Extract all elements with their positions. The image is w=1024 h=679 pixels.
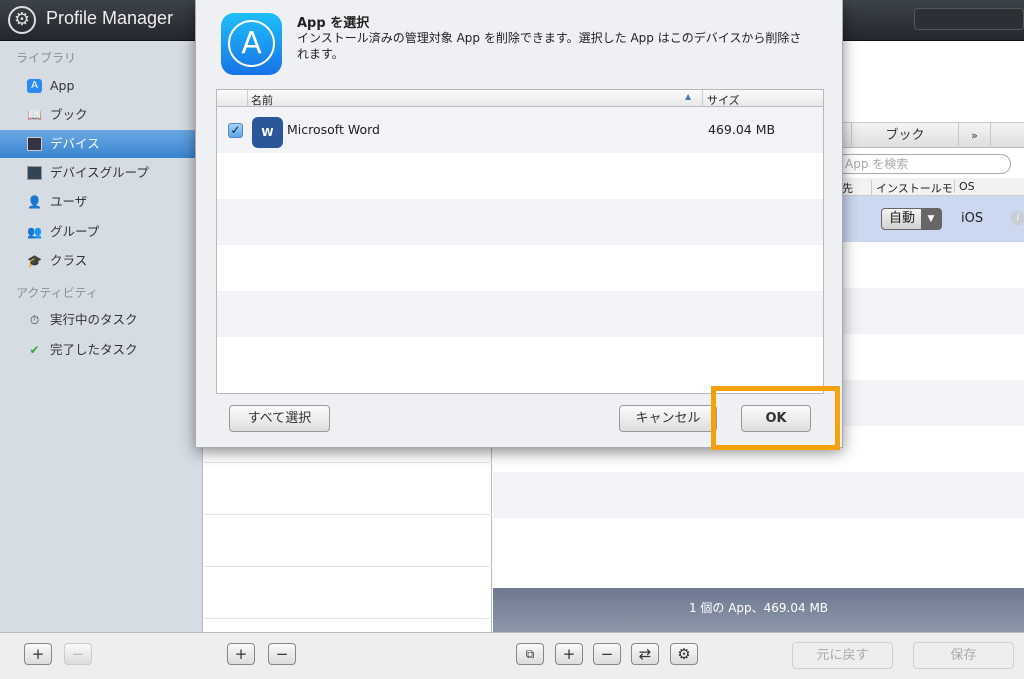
timer-icon: ⏱ <box>29 313 40 327</box>
column-os[interactable]: OS <box>954 180 975 193</box>
app-store-icon: A <box>27 79 42 93</box>
monitor-icon <box>27 137 42 151</box>
info-icon[interactable]: i <box>1011 211 1024 225</box>
table-row[interactable]: Microsoft Word 469.04 MB <box>217 107 823 153</box>
table-row <box>493 472 1024 518</box>
list-remove-button[interactable]: − <box>268 643 296 665</box>
row-checkbox[interactable]: ✓ <box>228 123 243 138</box>
remove-button[interactable]: − <box>593 643 621 665</box>
sidebar: ライブラリ A App 📖 ブック デバイス デバイスグループ 👤 ユーザ 👥 グループ… <box>0 41 203 633</box>
book-icon: 📖 <box>27 108 42 122</box>
chevron-down-icon: ▼ <box>921 209 941 229</box>
app-search-input[interactable]: App を検索 <box>820 154 1011 174</box>
os-value: iOS <box>961 211 984 226</box>
microsoft-word-icon: W <box>252 117 283 148</box>
save-button[interactable]: 保存 <box>913 642 1014 669</box>
gear-icon[interactable]: ⚙ <box>670 643 698 665</box>
app-table: 名前 ▲ サイズ Microsoft Word 469.04 MB ✓ W <box>216 89 824 394</box>
section-library: ライブラリ <box>16 51 77 65</box>
table-row <box>217 337 823 383</box>
sidebar-item-label: App <box>50 78 75 93</box>
table-row <box>217 245 823 291</box>
column-name[interactable]: 名前 <box>251 92 273 108</box>
user-menu[interactable] <box>914 8 1024 30</box>
section-activity: アクティビティ <box>16 286 98 300</box>
sidebar-item-label: 実行中のタスク <box>50 312 138 327</box>
tab-blank <box>990 123 1024 148</box>
sidebar-item-label: 完了したタスク <box>50 342 138 357</box>
user-icon: 👤 <box>27 195 42 209</box>
list-item[interactable] <box>204 463 492 515</box>
dialog-description: インストール済みの管理対象 App を削除できます。選択した App はこのデバ… <box>297 31 802 61</box>
revert-button[interactable]: 元に戻す <box>792 642 893 669</box>
table-row <box>217 153 823 199</box>
install-mode-dropdown[interactable]: 自動 ▼ <box>881 208 942 230</box>
device-group-icon <box>27 166 42 180</box>
sidebar-item-classes[interactable]: 🎓 クラス <box>0 247 195 275</box>
column-size[interactable]: サイズ <box>707 92 740 108</box>
table-row <box>217 199 823 245</box>
list-item[interactable] <box>204 515 492 567</box>
sidebar-item-running-tasks[interactable]: ⏱ 実行中のタスク <box>0 306 195 334</box>
cancel-button[interactable]: キャンセル <box>619 405 717 432</box>
graduation-cap-icon: 🎓 <box>27 254 42 268</box>
select-all-button[interactable]: すべて選択 <box>229 405 330 432</box>
check-timer-icon: ✔ <box>29 343 40 357</box>
app-title: Profile Manager <box>46 8 174 28</box>
sort-ascending-icon: ▲ <box>685 92 692 101</box>
app-store-icon: A <box>221 13 282 75</box>
column-install-mode[interactable]: インストールモ <box>871 180 953 196</box>
table-row <box>217 291 823 337</box>
sidebar-item-users[interactable]: 👤 ユーザ <box>0 188 195 216</box>
sidebar-item-groups[interactable]: 👥 グループ <box>0 218 195 246</box>
list-item[interactable] <box>204 567 492 619</box>
sidebar-remove-button[interactable]: − <box>64 643 92 665</box>
dialog-title: App を選択 <box>297 16 370 31</box>
sidebar-item-label: デバイス <box>50 136 100 151</box>
sidebar-item-label: クラス <box>50 253 88 268</box>
status-bar: 1 個の App、469.04 MB <box>493 588 1024 632</box>
sidebar-item-completed-tasks[interactable]: ✔ 完了したタスク <box>0 336 195 364</box>
sidebar-item-device-groups[interactable]: デバイスグループ <box>0 159 195 187</box>
table-header: 名前 ▲ サイズ <box>217 90 823 107</box>
sidebar-item-label: ユーザ <box>50 194 88 209</box>
tab-books[interactable]: ブック <box>851 123 958 148</box>
duplicate-icon[interactable]: ⧉ <box>516 643 544 665</box>
app-size: 469.04 MB <box>708 122 776 137</box>
tab-more[interactable]: » <box>958 123 990 148</box>
sidebar-add-button[interactable]: + <box>24 643 52 665</box>
sidebar-item-app[interactable]: A App <box>0 72 195 100</box>
sidebar-item-label: ブック <box>50 107 88 122</box>
app-name: Microsoft Word <box>287 122 380 137</box>
swap-arrows-icon[interactable]: ⇄ <box>631 643 659 665</box>
list-add-button[interactable]: + <box>227 643 255 665</box>
ok-highlight-box <box>711 386 840 450</box>
install-mode-value: 自動 <box>889 211 916 226</box>
group-icon: 👥 <box>27 225 42 239</box>
add-button[interactable]: + <box>555 643 583 665</box>
gear-icon: ⚙ <box>8 6 36 34</box>
sidebar-item-label: グループ <box>50 224 100 239</box>
sidebar-item-books[interactable]: 📖 ブック <box>0 101 195 129</box>
select-app-dialog: A App を選択 インストール済みの管理対象 App を削除できます。選択した… <box>195 0 843 448</box>
sidebar-item-label: デバイスグループ <box>50 165 149 180</box>
sidebar-item-devices[interactable]: デバイス <box>0 130 195 158</box>
